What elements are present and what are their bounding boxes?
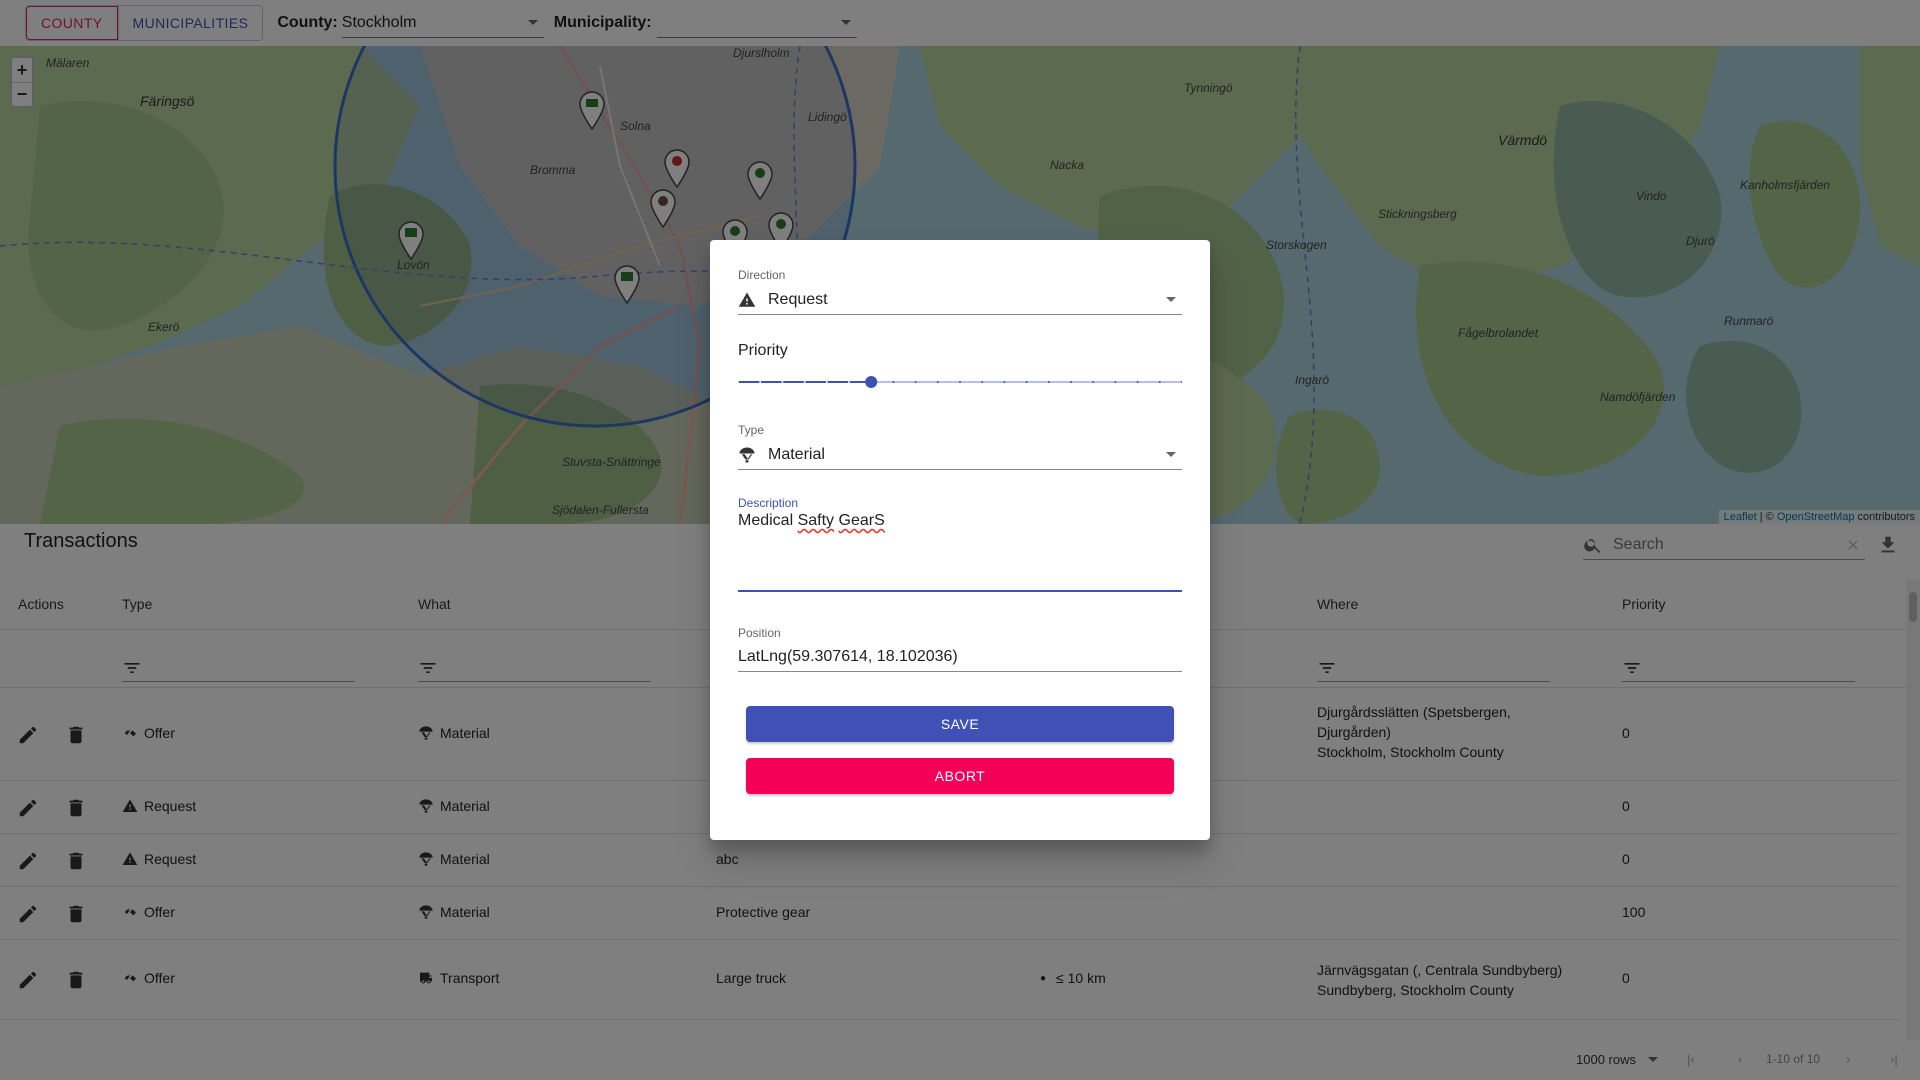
description-word: Medical <box>738 512 794 529</box>
description-label: Description <box>738 496 799 510</box>
slider-tick <box>803 381 806 383</box>
type-value: Material <box>768 445 825 463</box>
warning-icon <box>738 292 756 307</box>
direction-label: Direction <box>738 268 786 282</box>
slider-tick <box>1025 381 1028 383</box>
description-word-misspelled: Safty <box>797 512 835 529</box>
chevron-down-icon <box>1166 297 1176 302</box>
slider-tick <box>1003 381 1006 383</box>
position-field[interactable]: LatLng(59.307614, 18.102036) <box>738 642 1182 672</box>
transaction-dialog: Direction Request Priority Type Material… <box>710 240 1210 840</box>
type-select[interactable]: Material <box>738 440 1182 470</box>
type-label: Type <box>738 423 765 437</box>
slider-tick <box>1136 381 1139 383</box>
slider-tick <box>959 381 961 383</box>
slider-tick <box>936 381 939 383</box>
chevron-down-icon <box>1166 452 1176 457</box>
position-label: Position <box>738 626 781 640</box>
direction-select[interactable]: Request <box>738 285 1182 315</box>
priority-label: Priority <box>738 342 788 359</box>
description-word-misspelled: GearS <box>838 512 885 529</box>
abort-button[interactable]: ABORT <box>746 758 1174 794</box>
slider-thumb[interactable] <box>865 376 878 388</box>
slider-tick <box>825 381 828 383</box>
slider-tick <box>1158 381 1161 383</box>
position-value: LatLng(59.307614, 18.102036) <box>738 647 958 665</box>
description-value: Medical Safty GearS <box>738 512 885 530</box>
slider-ticks <box>738 381 1182 383</box>
save-button[interactable]: SAVE <box>746 706 1174 742</box>
direction-value: Request <box>768 290 828 308</box>
slider-tick <box>914 381 917 383</box>
parachute-icon <box>739 447 755 462</box>
slider-tick <box>848 381 850 383</box>
slider-tick <box>781 381 784 383</box>
slider-tick <box>981 381 984 383</box>
slider-tick <box>1047 381 1050 383</box>
priority-slider[interactable] <box>738 372 1182 392</box>
slider-tick <box>1114 381 1117 383</box>
slider-tick <box>892 381 895 383</box>
slider-tick <box>1092 381 1095 383</box>
slider-tick <box>1070 381 1072 383</box>
slider-tick <box>759 381 762 383</box>
description-textarea[interactable]: Medical Safty GearS <box>738 512 1182 592</box>
